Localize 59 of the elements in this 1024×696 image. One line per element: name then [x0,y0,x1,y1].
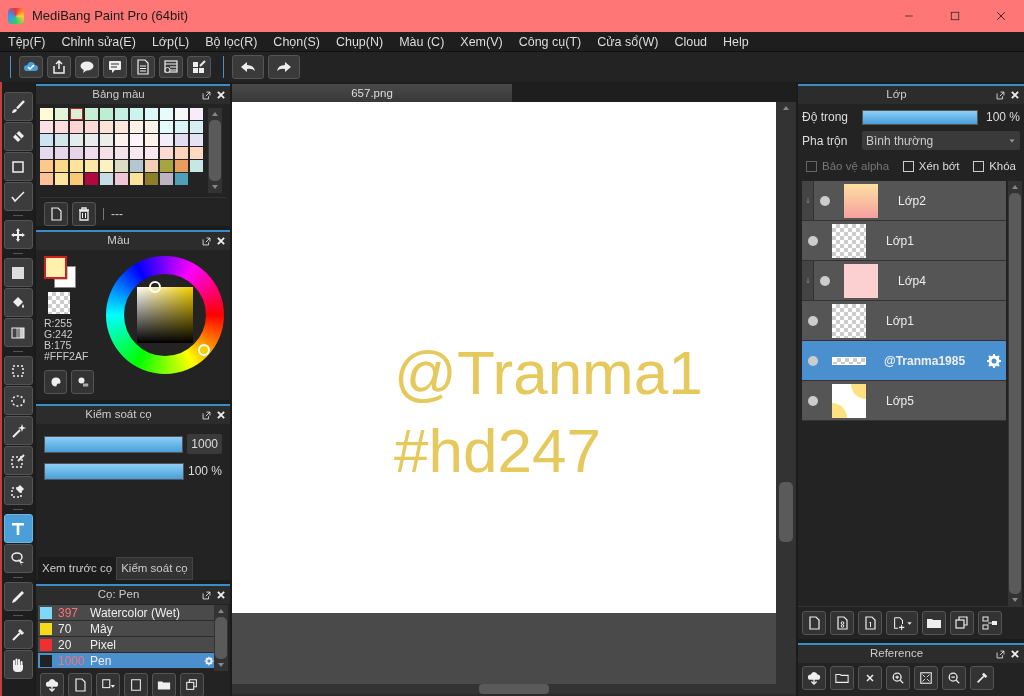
menu-item[interactable]: Xem(V) [452,32,511,51]
layer-row[interactable]: Lớp1 [802,301,1006,342]
checkbox-option[interactable]: Khóa [973,158,1016,176]
color-value: B:175 [44,340,73,351]
layer-name: Lớp1 [886,232,915,250]
blend-dropdown[interactable]: Bình thường [862,131,1020,150]
brush-size: 70 [58,620,73,638]
checkbox-option[interactable]: Xén bớt [902,158,960,176]
layer-name: Lớp5 [886,392,915,410]
document-tab[interactable]: 657.png [232,84,512,102]
brush-size: 20 [58,636,73,654]
menu-item[interactable]: Lớp(L) [143,32,198,51]
blend-label: Pha trộn [802,132,849,150]
panel-title: Lớp [885,87,908,103]
brush-row[interactable]: 20 Pixel [38,637,214,653]
menu-item[interactable]: Chụp(N) [327,32,392,51]
opacity-value: 100 % [985,109,1020,126]
color-value: R:255 [44,318,74,329]
brush-name: Pen [90,652,113,670]
layer-name: Lớp1 [886,312,915,330]
menu-item[interactable]: Cloud [666,32,716,51]
brush-name: Mây [90,620,114,638]
layer-row[interactable]: Lớp2 [802,181,1006,222]
layer-name: @Tranma1985 [884,352,967,370]
canvas-text: #hd247 [394,414,602,487]
layer-row[interactable]: Lớp5 [802,381,1006,422]
brush-row[interactable]: 397 Watercolor (Wet) [38,605,214,621]
panel-title: Kiểm soát cọ [84,407,153,423]
color-name: --- [111,206,123,223]
menu-item[interactable]: Màu (C) [391,32,453,51]
menu-item[interactable]: Chỉnh sửa(E) [53,32,144,51]
color-value: #FFF2AF [44,351,90,362]
brush-name: Watercolor (Wet) [90,604,181,622]
menu-item[interactable]: Bộ lọc(R) [197,32,266,51]
layer-name: Lớp2 [898,192,927,210]
slider-value: 100 % [187,463,222,480]
opacity-label: Độ trong [802,109,850,126]
brush-row[interactable]: 70 Mây [38,621,214,637]
slider-value[interactable]: 1000 [187,434,222,454]
tab[interactable]: Kiểm soát cọ [116,556,193,580]
brush-size: 397 [58,604,80,622]
panel-title: Reference [868,646,925,662]
brush-name: Pixel [90,636,117,654]
canvas-text: @Tranma1 [394,337,704,409]
window-title: MediBang Paint Pro (64bit) [32,7,189,26]
menu-item[interactable]: Công cụ(T) [510,32,590,51]
panel-title: Màu [106,233,131,249]
menu-item[interactable]: Cửa sổ(W) [589,32,667,51]
layer-row[interactable]: Lớp4 [802,261,1006,302]
brush-size: 1000 [58,652,84,670]
tab[interactable]: Xem trước cọ [38,556,117,580]
color-value: G:242 [44,329,74,340]
panel-title: Bảng màu [91,87,146,103]
menu-item[interactable]: Help [715,32,757,51]
menu-item[interactable]: Tệp(F) [0,32,54,51]
layer-row[interactable]: Lớp1 [802,221,1006,262]
panel-title: Cọ: Pen [96,587,141,603]
menu-item[interactable]: Chọn(S) [265,32,328,51]
layer-name: Lớp4 [898,272,927,290]
